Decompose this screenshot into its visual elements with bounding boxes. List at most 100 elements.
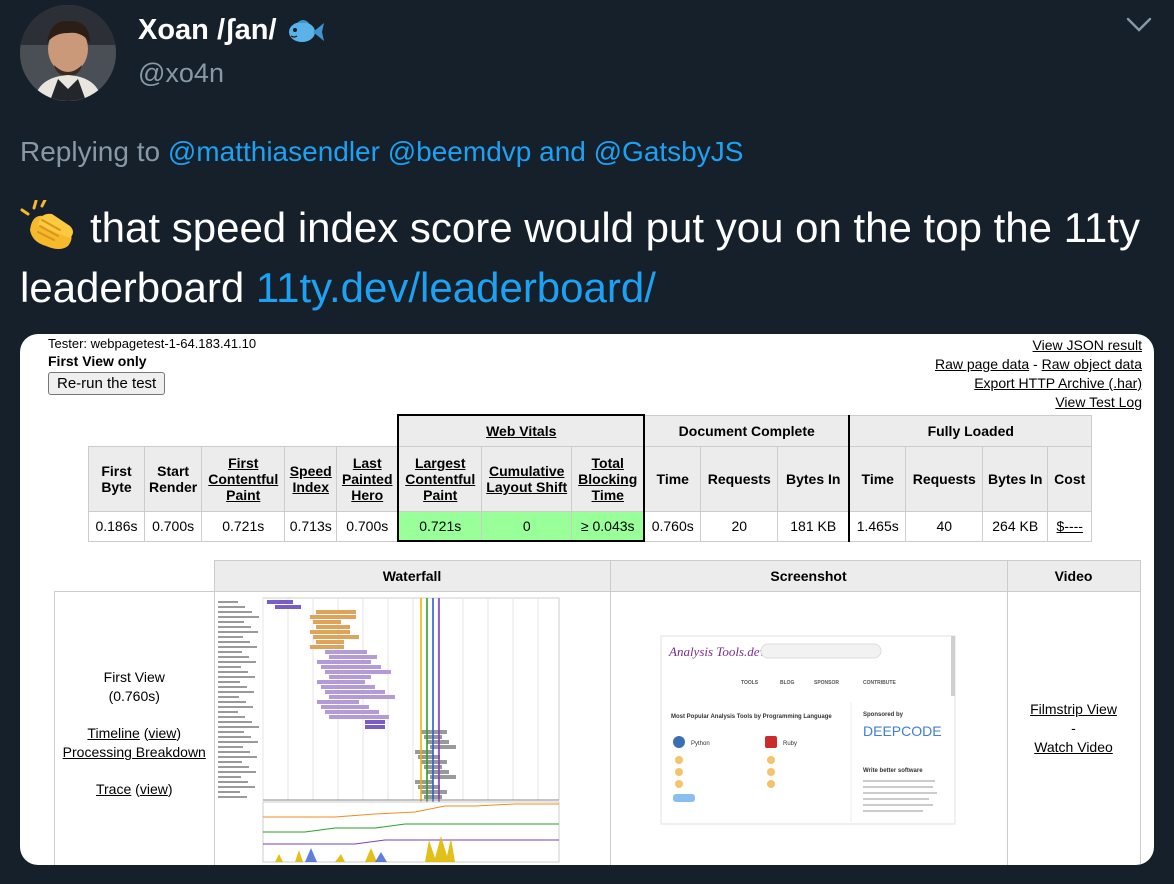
waterfall-header: Waterfall (213, 560, 611, 592)
waterfall-request-bar (316, 680, 365, 684)
clapping-hands-icon (20, 198, 78, 250)
trace-view-link[interactable]: view (140, 781, 168, 797)
waterfall-request-bar (309, 645, 344, 649)
replying-to-label: Replying to (20, 136, 161, 167)
mention-link[interactable]: @matthiasendler (168, 136, 380, 167)
page-screenshot: Analysis Tools.dev TOOLS BLOG SPONSOR CONTR… (660, 635, 955, 825)
tbt-value: ≥ 0.043s (571, 511, 645, 542)
waterfall-row-label (217, 756, 257, 758)
cls-header[interactable]: Cumulative Layout Shift (481, 446, 573, 512)
doc-time-header: Time (643, 446, 702, 512)
trace-link[interactable]: Trace (96, 781, 131, 797)
speed-index-value: 0.713s (284, 511, 338, 542)
waterfall-request-bar (320, 685, 375, 689)
waterfall-row-label (217, 681, 240, 683)
raw-object-data-link[interactable]: Raw object data (1042, 356, 1142, 372)
leaderboard-link[interactable]: 11ty.dev/leaderboard/ (256, 264, 656, 311)
start-render-header: Start Render (143, 446, 203, 512)
waterfall-request-bar (328, 715, 389, 719)
waterfall-row-label (217, 746, 243, 748)
cls-value: 0 (481, 511, 573, 542)
first-byte-value: 0.186s (88, 511, 145, 542)
waterfall-row-label (217, 651, 242, 653)
screenshot-nav-item: TOOLS (741, 680, 759, 686)
waterfall-table: Waterfall Screenshot Video First View (0… (54, 560, 1141, 865)
waterfall-row-label (217, 621, 244, 623)
view-json-link[interactable]: View JSON result (1033, 337, 1142, 353)
screenshot-nav-item: BLOG (780, 680, 795, 686)
fcp-header[interactable]: First Contentful Paint (201, 446, 286, 512)
mention-link[interactable]: @GatsbyJS (594, 136, 744, 167)
waterfall-request-bar (315, 610, 356, 614)
empty-header (89, 415, 399, 447)
rerun-test-button[interactable]: Re-run the test (48, 372, 166, 395)
waterfall-row-label (217, 716, 245, 718)
user-name[interactable]: Xoan /ʃan/ (138, 14, 277, 47)
web-vitals-group[interactable]: Web Vitals (397, 414, 645, 447)
waterfall-request-bar (328, 695, 395, 699)
export-har-link[interactable]: Export HTTP Archive (.har) (974, 375, 1142, 391)
tbt-header[interactable]: Total Blocking Time (571, 446, 645, 512)
watch-video-link[interactable]: Watch Video (1034, 739, 1113, 755)
doc-requests-value: 20 (700, 511, 779, 542)
waterfall-request-bar (426, 770, 449, 774)
waterfall-row-label (217, 711, 238, 713)
full-time-value: 1.465s (848, 511, 907, 542)
user-handle[interactable]: @xo4n (138, 58, 224, 89)
mention-and[interactable]: and (539, 136, 586, 167)
last-painted-hero-header[interactable]: Last Painted Hero (336, 446, 399, 512)
waterfall-request-bar (328, 675, 371, 679)
raw-page-data-link[interactable]: Raw page data (935, 356, 1029, 372)
first-view-label: First View (103, 669, 165, 685)
waterfall-cell[interactable] (213, 591, 611, 865)
first-view-only-label: First View only (48, 353, 147, 369)
waterfall-row-label (217, 601, 238, 603)
waterfall-request-bar (324, 670, 391, 674)
waterfall-row-label (217, 701, 246, 703)
replying-to: Replying to @matthiasendler @beemdvp and… (20, 136, 743, 168)
test-info: Tester: webpagetest-1-64.183.41.10 First… (48, 336, 256, 395)
waterfall-request-bar (309, 615, 356, 619)
waterfall-row-label (217, 696, 239, 698)
waterfall-request-bar (312, 635, 359, 639)
screenshot-heading: Most Popular Analysis Tools by Programmi… (671, 714, 832, 720)
chevron-down-icon[interactable] (1126, 16, 1152, 34)
waterfall-row-label (217, 741, 258, 743)
waterfall-request-bar (364, 720, 385, 724)
waterfall-row-label (217, 791, 240, 793)
full-requests-value: 40 (905, 511, 984, 542)
waterfall-request-bar (324, 710, 379, 714)
doc-requests-header: Requests (700, 446, 779, 512)
lcp-value: 0.721s (397, 511, 483, 542)
view-test-log-link[interactable]: View Test Log (1055, 394, 1142, 410)
timeline-link[interactable]: Timeline (87, 725, 139, 741)
full-time-header: Time (848, 446, 907, 512)
fully-loaded-group: Fully Loaded (848, 414, 1093, 447)
waterfall-request-bar (426, 740, 449, 744)
speed-index-header[interactable]: Speed Index (284, 446, 338, 512)
waterfall-row-label (217, 611, 252, 613)
waterfall-request-bar (420, 790, 447, 794)
screenshot-lang2: Ruby (783, 741, 797, 747)
mention-link[interactable]: @beemdvp (388, 136, 532, 167)
fcp-value: 0.721s (201, 511, 286, 542)
cost-value[interactable]: $---- (1047, 511, 1093, 542)
link-separator: - (1033, 356, 1038, 372)
screenshot-write-better: Write better software (863, 768, 923, 774)
first-byte-header: First Byte (88, 446, 145, 512)
results-table: Web Vitals Document Complete Fully Loade… (88, 414, 1093, 542)
processing-breakdown-link[interactable]: Processing Breakdown (63, 744, 206, 760)
result-links: View JSON result Raw page data - Raw obj… (935, 336, 1142, 412)
waterfall-request-bar (316, 700, 359, 704)
waterfall-row-label (217, 631, 258, 633)
waterfall-request-bar (315, 625, 350, 629)
timeline-view-link[interactable]: view (148, 725, 176, 741)
filmstrip-view-link[interactable]: Filmstrip View (1030, 701, 1117, 717)
waterfall-row-label (217, 786, 255, 788)
waterfall-row-label (217, 691, 254, 693)
waterfall-request-bar (324, 650, 367, 654)
screenshot-cell[interactable]: Analysis Tools.dev TOOLS BLOG SPONSOR CONTR… (609, 591, 1008, 865)
attached-image[interactable]: Tester: webpagetest-1-64.183.41.10 First… (20, 334, 1154, 865)
avatar[interactable] (20, 5, 116, 101)
lcp-header[interactable]: Largest Contentful Paint (397, 446, 483, 512)
